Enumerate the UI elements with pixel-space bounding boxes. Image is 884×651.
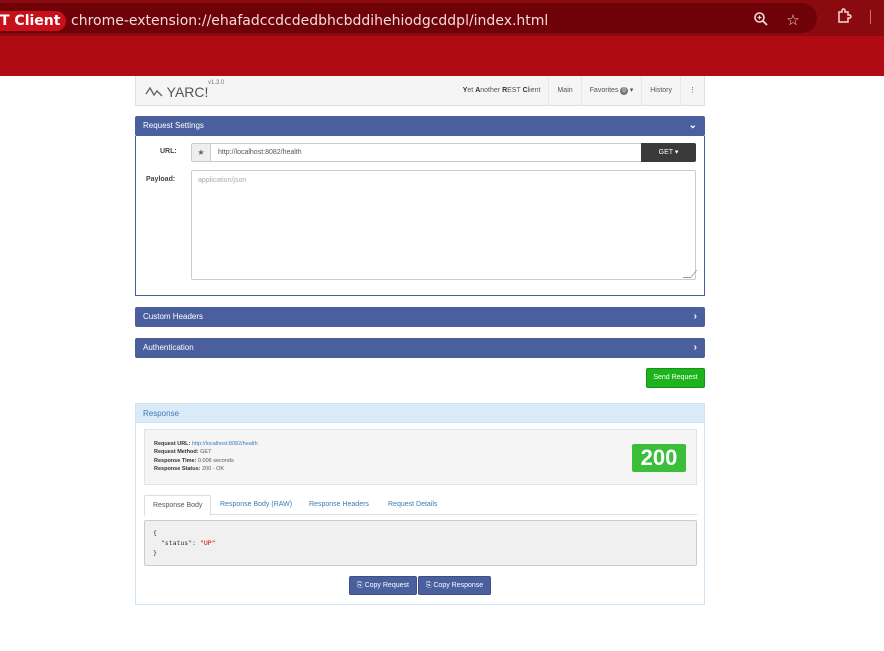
summary-status: Response Status: 200 - OK bbox=[154, 466, 225, 472]
nav-main[interactable]: Main bbox=[548, 76, 580, 106]
address-bar[interactable]: T Client chrome-extension://ehafadccdcde… bbox=[0, 3, 817, 33]
tab-request-details[interactable]: Request Details bbox=[380, 495, 445, 516]
version-label: v1.3.0 bbox=[208, 80, 225, 86]
request-settings-header[interactable]: Request Settings ⌄ bbox=[135, 116, 705, 136]
favorites-count-badge: 0 bbox=[620, 87, 628, 95]
custom-headers-header[interactable]: Custom Headers › bbox=[135, 307, 705, 327]
resize-grip-icon[interactable] bbox=[682, 270, 698, 278]
chevron-right-icon: › bbox=[693, 342, 697, 353]
nav-favorites[interactable]: Favorites 0 ▾ bbox=[580, 76, 642, 106]
browser-toolbar: T Client chrome-extension://ehafadccdcde… bbox=[0, 0, 884, 36]
summary-method: Request Method: GET bbox=[154, 449, 212, 455]
payload-placeholder: application/json bbox=[198, 177, 247, 184]
summary-url: Request URL: http://localhost:8082/healt… bbox=[154, 441, 258, 447]
zoom-icon[interactable] bbox=[752, 11, 770, 29]
response-title: Response bbox=[136, 404, 704, 423]
url-label: URL: bbox=[160, 148, 177, 155]
nav-links: Yet Another REST Client Main Favorites 0… bbox=[455, 76, 704, 106]
authentication-header[interactable]: Authentication › bbox=[135, 338, 705, 358]
response-tabs: Response Body Response Body (RAW) Respon… bbox=[144, 495, 697, 516]
nav-history[interactable]: History bbox=[641, 76, 680, 106]
url-input[interactable]: http://localhost:8082/health bbox=[218, 144, 302, 161]
summary-time: Response Time: 0.006 seconds bbox=[154, 458, 234, 464]
waveform-icon bbox=[145, 86, 163, 97]
response-body-code: { "status": "UP" } bbox=[144, 520, 697, 566]
top-navbar: YARC! v1.3.0 Yet Another REST Client Mai… bbox=[135, 76, 705, 106]
authentication-title: Authentication bbox=[143, 343, 194, 352]
tab-response-body-raw[interactable]: Response Body (RAW) bbox=[212, 495, 300, 516]
copy-request-button[interactable]: ⎘ Copy Request bbox=[349, 576, 417, 595]
payload-label: Payload: bbox=[146, 176, 176, 183]
brand-logo[interactable]: YARC! bbox=[145, 84, 208, 100]
request-url-link[interactable]: http://localhost:8082/health bbox=[192, 441, 258, 447]
copy-response-button[interactable]: ⎘ Copy Response bbox=[418, 576, 491, 595]
response-panel: Response Request URL: http://localhost:8… bbox=[135, 403, 705, 605]
response-summary: Request URL: http://localhost:8082/healt… bbox=[144, 429, 697, 485]
tab-response-headers[interactable]: Response Headers bbox=[301, 495, 377, 516]
chevron-down-icon: ⌄ bbox=[688, 120, 697, 131]
extension-banner bbox=[0, 36, 884, 76]
toolbar-divider bbox=[870, 10, 871, 24]
nav-more-icon[interactable]: ⋮ bbox=[680, 76, 704, 106]
chevron-right-icon: › bbox=[693, 311, 697, 322]
status-code-badge: 200 bbox=[632, 444, 686, 472]
extensions-icon[interactable] bbox=[835, 8, 853, 26]
tagline: Yet Another REST Client bbox=[462, 87, 541, 94]
request-settings-title: Request Settings bbox=[143, 121, 204, 130]
tab-response-body[interactable]: Response Body bbox=[144, 495, 212, 516]
clipboard-icon: ⎘ bbox=[425, 582, 432, 589]
send-request-button[interactable]: Send Request bbox=[646, 368, 705, 388]
method-dropdown[interactable]: GET ▾ bbox=[641, 143, 696, 162]
favorite-star-icon[interactable]: ★ bbox=[192, 144, 211, 161]
url-input-group: ★ http://localhost:8082/health GET ▾ bbox=[191, 143, 696, 162]
bookmark-star-icon[interactable]: ☆ bbox=[784, 11, 802, 29]
site-chip[interactable]: T Client bbox=[0, 11, 67, 31]
custom-headers-title: Custom Headers bbox=[143, 312, 204, 321]
brand-name: YARC! bbox=[166, 84, 209, 100]
payload-textarea[interactable]: application/json bbox=[191, 170, 698, 280]
address-url[interactable]: chrome-extension://ehafadccdcdedbhcbddih… bbox=[71, 11, 548, 31]
clipboard-icon: ⎘ bbox=[357, 582, 363, 589]
